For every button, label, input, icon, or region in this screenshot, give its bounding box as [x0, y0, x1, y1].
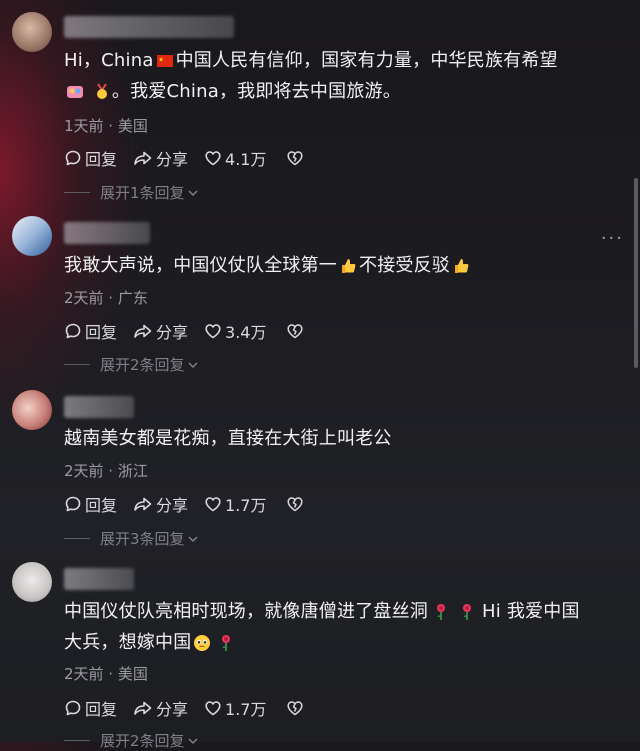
heart-icon	[204, 149, 222, 167]
reply-bubble-icon	[64, 495, 82, 513]
heart-icon	[204, 495, 222, 513]
broken-heart-icon[interactable]	[286, 495, 304, 513]
heart-icon	[204, 322, 222, 340]
china-flag-icon	[156, 55, 173, 67]
scrollbar[interactable]	[634, 178, 638, 368]
reply-button[interactable]: 回复	[64, 696, 117, 720]
divider	[64, 192, 90, 193]
share-button[interactable]: 分享	[133, 696, 188, 720]
comment-text: 越南美女都是花痴，直接在大街上叫老公	[64, 428, 392, 449]
comment-meta: 2天前 · 浙江	[64, 462, 148, 480]
medal-emoji-icon	[96, 83, 107, 99]
avatar[interactable]	[12, 390, 52, 430]
reply-bubble-icon	[64, 149, 82, 167]
share-arrow-icon	[133, 699, 153, 717]
reply-button[interactable]: 回复	[64, 319, 117, 343]
expand-replies-button[interactable]: 展开2条回复	[64, 354, 199, 375]
share-button[interactable]: 分享	[133, 146, 188, 170]
heart-icon	[204, 699, 222, 717]
rose-emoji-icon	[434, 603, 448, 621]
rose-emoji-icon	[219, 634, 233, 652]
share-arrow-icon	[133, 149, 153, 167]
expand-replies-button[interactable]: 展开2条回复	[64, 730, 199, 751]
avatar[interactable]	[12, 12, 52, 52]
avatar[interactable]	[12, 562, 52, 602]
chevron-down-icon	[187, 359, 199, 371]
like-button[interactable]: 1.7万	[204, 492, 266, 516]
comment-meta: 1天前 · 美国	[64, 117, 148, 135]
pleading-face-emoji-icon	[194, 635, 211, 651]
comment-text: 中国仪仗队亮相时现场，就像唐僧进了盘丝洞 Hi 我爱中国 大兵，想嫁中国	[64, 601, 580, 653]
reply-button[interactable]: 回复	[64, 492, 117, 516]
broken-heart-icon[interactable]	[286, 322, 304, 340]
reply-bubble-icon	[64, 699, 82, 717]
share-button[interactable]: 分享	[133, 319, 188, 343]
comment-actions: 回复 分享 1.7万	[64, 696, 304, 720]
share-arrow-icon	[133, 322, 153, 340]
divider	[64, 364, 90, 365]
like-button[interactable]: 1.7万	[204, 696, 266, 720]
share-arrow-icon	[133, 495, 153, 513]
comment-actions: 回复 分享 1.7万	[64, 492, 304, 516]
divider	[64, 538, 90, 539]
avatar[interactable]	[12, 216, 52, 256]
reply-bubble-icon	[64, 322, 82, 340]
chevron-down-icon	[187, 533, 199, 545]
like-button[interactable]: 4.1万	[204, 146, 266, 170]
comment-meta: 2天前 · 广东	[64, 289, 148, 307]
username-blurred[interactable]	[64, 568, 134, 590]
thumbs-up-emoji-icon	[339, 257, 357, 275]
family-emoji-icon	[67, 86, 83, 98]
username-blurred[interactable]	[64, 396, 134, 418]
comment-actions: 回复 分享 3.4万	[64, 319, 304, 343]
chevron-down-icon	[187, 735, 199, 747]
share-button[interactable]: 分享	[133, 492, 188, 516]
more-options-button[interactable]: ···	[601, 228, 624, 249]
like-button[interactable]: 3.4万	[204, 319, 266, 343]
comment-text: Hi，China 中国人民有信仰，国家有力量，中华民族有希望 。我爱China，我…	[64, 50, 558, 102]
expand-replies-button[interactable]: 展开1条回复	[64, 182, 199, 203]
comment-text: 我敢大声说，中国仪仗队全球第一 不接受反驳	[64, 250, 624, 281]
broken-heart-icon[interactable]	[286, 149, 304, 167]
divider	[64, 740, 90, 741]
expand-replies-button[interactable]: 展开3条回复	[64, 528, 199, 549]
username-blurred[interactable]	[64, 222, 150, 244]
rose-emoji-icon	[460, 603, 474, 621]
thumbs-up-emoji-icon	[452, 257, 470, 275]
chevron-down-icon	[187, 187, 199, 199]
reply-button[interactable]: 回复	[64, 146, 117, 170]
broken-heart-icon[interactable]	[286, 699, 304, 717]
comment-meta: 2天前 · 美国	[64, 665, 148, 683]
username-blurred[interactable]	[64, 16, 234, 38]
comment-actions: 回复 分享 4.1万	[64, 146, 304, 170]
